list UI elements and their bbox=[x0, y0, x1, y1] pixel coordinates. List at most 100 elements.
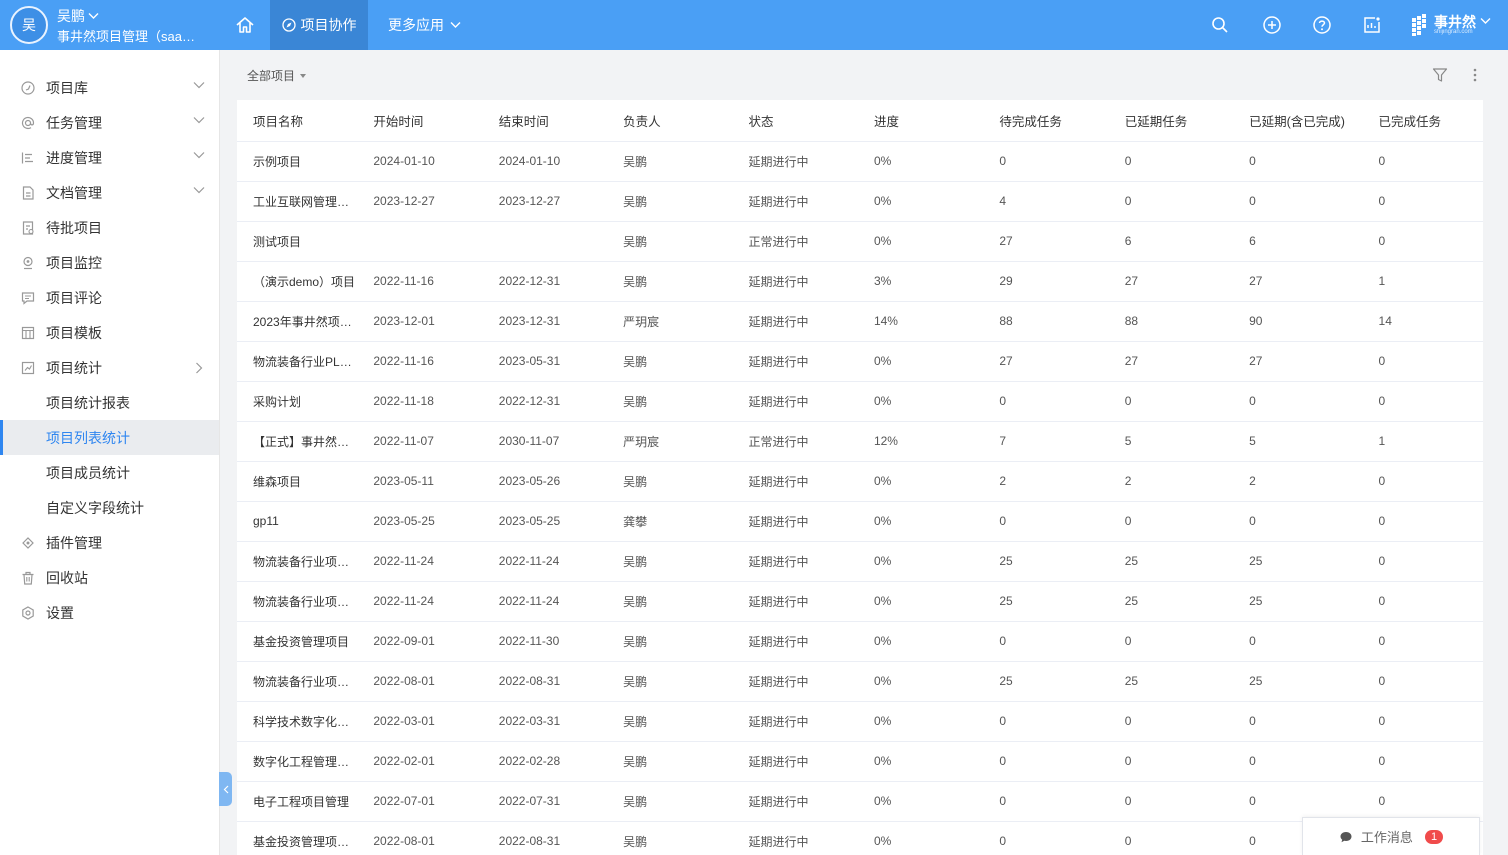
project-name-cell[interactable]: 科学技术数字化项目 bbox=[237, 701, 358, 742]
table-cell: 2022-07-31 bbox=[482, 781, 608, 822]
column-header[interactable]: 项目名称 bbox=[237, 100, 358, 142]
project-name-cell[interactable]: 基金投资管理项目 bbox=[237, 621, 358, 662]
table-cell: 2022-08-01 bbox=[357, 661, 483, 702]
column-header[interactable]: 待完成任务 bbox=[983, 100, 1109, 142]
table-row[interactable]: 电子工程项目管理 2022-07-01 2022-07-31 吴鹏 延期进行中 0% 0 0 0… bbox=[237, 781, 1483, 822]
project-name-cell[interactable]: gp11 bbox=[237, 501, 358, 542]
chevron-down-icon bbox=[193, 152, 205, 159]
sidebar-item-document-management[interactable]: 文档管理 bbox=[0, 175, 219, 210]
report-button[interactable] bbox=[1359, 12, 1385, 38]
table-row[interactable]: 示例项目 2024-01-10 2024-01-10 吴鹏 延期进行中 0% 0 0 0 0 bbox=[237, 141, 1483, 182]
table-row[interactable]: 测试项目 吴鹏 正常进行中 0% 27 6 6 0 bbox=[237, 221, 1483, 262]
table-row[interactable]: gp11 2023-05-25 2023-05-25 龚攀 延期进行中 0% 0 0 0 0 bbox=[237, 501, 1483, 542]
sidebar-item-project-monitoring[interactable]: 项目监控 bbox=[0, 245, 219, 280]
avatar[interactable]: 吴 bbox=[10, 6, 48, 44]
chart-icon bbox=[20, 360, 36, 376]
project-name-cell[interactable]: 物流装备行业项目一 bbox=[237, 541, 358, 582]
add-button[interactable] bbox=[1259, 12, 1285, 38]
sidebar-subitem-member-statistics[interactable]: 项目成员统计 bbox=[0, 455, 219, 490]
sidebar-item-plugin-management[interactable]: 插件管理 bbox=[0, 525, 219, 560]
table-cell: 0 bbox=[983, 381, 1109, 422]
sidebar-item-project-library[interactable]: 项目库 bbox=[0, 70, 219, 105]
search-button[interactable] bbox=[1207, 12, 1233, 38]
work-messages-button[interactable]: 工作消息 1 bbox=[1302, 817, 1480, 855]
chevron-down-icon bbox=[193, 82, 205, 89]
table-row[interactable]: 数字化工程管理项目 2022-02-01 2022-02-28 吴鹏 延期进行中 0% 0 0… bbox=[237, 741, 1483, 782]
filter-button[interactable] bbox=[1430, 65, 1450, 85]
more-apps-menu[interactable]: 更多应用 bbox=[378, 0, 471, 50]
home-button[interactable] bbox=[220, 0, 270, 50]
table-cell: 25 bbox=[1108, 581, 1234, 622]
sidebar-collapse-handle[interactable] bbox=[219, 772, 232, 806]
table-row[interactable]: 物流装备行业项目三 2022-08-01 2022-08-31 吴鹏 延期进行中 0% 25… bbox=[237, 661, 1483, 702]
project-name-cell[interactable]: 工业互联网管理平台 bbox=[237, 181, 358, 222]
table-cell: 吴鹏 bbox=[607, 141, 733, 182]
sidebar-item-label: 项目评论 bbox=[46, 289, 102, 306]
gantt-icon bbox=[20, 150, 36, 166]
sidebar-item-project-comments[interactable]: 项目评论 bbox=[0, 280, 219, 315]
column-header[interactable]: 已延期(含已完成) bbox=[1233, 100, 1363, 142]
project-name-cell[interactable]: 数字化工程管理项目 bbox=[237, 741, 358, 782]
table-row[interactable]: 物流装备行业项目二 2022-11-24 2022-11-24 吴鹏 延期进行中 0% 25… bbox=[237, 581, 1483, 622]
table-cell: 延期进行中 bbox=[732, 661, 858, 702]
table-row[interactable]: 物流装备行业PLM项目2022-11-162023-05-31吴鹏延期进行中0%… bbox=[237, 341, 1483, 382]
column-header[interactable]: 负责人 bbox=[607, 100, 733, 142]
column-header[interactable]: 结束时间 bbox=[482, 100, 608, 142]
sidebar-item-project-templates[interactable]: 项目模板 bbox=[0, 315, 219, 350]
table-cell: 2 bbox=[983, 461, 1109, 502]
project-name-cell[interactable]: 示例项目 bbox=[237, 141, 358, 182]
sidebar-subitem-project-list-statistics[interactable]: 项目列表统计 bbox=[0, 420, 219, 455]
sidebar-item-progress-management[interactable]: 进度管理 bbox=[0, 140, 219, 175]
sidebar-item-recycle-bin[interactable]: 回收站 bbox=[0, 560, 219, 595]
sidebar-item-task-management[interactable]: 任务管理 bbox=[0, 105, 219, 140]
column-header[interactable]: 已完成任务 bbox=[1362, 100, 1483, 142]
sidebar-subitem-statistics-report[interactable]: 项目统计报表 bbox=[0, 385, 219, 420]
column-header[interactable]: 状态 bbox=[732, 100, 858, 142]
project-name-cell[interactable]: 物流装备行业PLM项目 bbox=[237, 341, 358, 382]
table-cell: 2023-05-25 bbox=[482, 501, 608, 542]
table-row[interactable]: 2023年事井然项目计划2023-12-012023-12-31严玥宸延期进行中… bbox=[237, 301, 1483, 342]
project-name-cell[interactable]: 物流装备行业项目三 bbox=[237, 661, 358, 702]
table-cell: 27 bbox=[1233, 261, 1363, 302]
help-button[interactable] bbox=[1309, 12, 1335, 38]
project-name-cell[interactable]: 【正式】事井然项目 bbox=[237, 421, 358, 462]
table-cell: 延期进行中 bbox=[732, 341, 858, 382]
user-switcher[interactable]: 吴 吴鹏 事井然项目管理（saas版） bbox=[0, 0, 220, 50]
column-header[interactable]: 开始时间 bbox=[357, 100, 483, 142]
sidebar-item-project-statistics[interactable]: 项目统计 bbox=[0, 350, 219, 385]
project-name-cell[interactable]: 测试项目 bbox=[237, 221, 358, 262]
user-name[interactable]: 吴鹏 bbox=[57, 6, 99, 26]
project-name-cell[interactable]: 电子工程项目管理 bbox=[237, 781, 358, 822]
more-options-button[interactable] bbox=[1465, 65, 1485, 85]
table-row[interactable]: （演示demo）项目 2022-11-16 2022-12-31 吴鹏 延期进行中 3% 2… bbox=[237, 261, 1483, 302]
table-row[interactable]: 采购计划 2022-11-18 2022-12-31 吴鹏 延期进行中 0% 0 0 0 0 bbox=[237, 381, 1483, 422]
tab-project-collaboration[interactable]: 项目协作 bbox=[270, 0, 368, 50]
column-header[interactable]: 已延期任务 bbox=[1108, 100, 1234, 142]
table-row[interactable]: 基金投资管理项目 2022-09-01 2022-11-30 吴鹏 延期进行中 0% 0 0 0… bbox=[237, 621, 1483, 662]
table-row[interactable]: 物流装备行业项目一 2022-11-24 2022-11-24 吴鹏 延期进行中 0% 25… bbox=[237, 541, 1483, 582]
table-row[interactable]: 科学技术数字化项目 2022-03-01 2022-03-31 吴鹏 延期进行中 0% 0 0… bbox=[237, 701, 1483, 742]
table-cell: 25 bbox=[1108, 541, 1234, 582]
table-cell: 2022-12-31 bbox=[482, 261, 608, 302]
plugin-icon bbox=[20, 535, 36, 551]
table-row[interactable]: 工业互联网管理平台 2023-12-27 2023-12-27 吴鹏 延期进行中 0% 4 0… bbox=[237, 181, 1483, 222]
project-name-cell[interactable]: （演示demo）项目 bbox=[237, 261, 358, 302]
project-name-cell[interactable]: 采购计划 bbox=[237, 381, 358, 422]
project-name-cell[interactable]: 物流装备行业项目二 bbox=[237, 581, 358, 622]
table-cell: 0 bbox=[1108, 821, 1234, 855]
sidebar-item-settings[interactable]: 设置 bbox=[0, 595, 219, 630]
project-name-cell[interactable]: 2023年事井然项目计划 bbox=[237, 301, 358, 342]
sidebar-subitem-custom-field-statistics[interactable]: 自定义字段统计 bbox=[0, 490, 219, 525]
table-row[interactable]: 【正式】事井然项目 2022-11-07 2030-11-07 严玥宸 正常进行中 12%… bbox=[237, 421, 1483, 462]
project-filter-dropdown[interactable]: 全部项目 bbox=[247, 67, 307, 84]
chevron-down-icon[interactable] bbox=[1480, 17, 1491, 25]
table-row[interactable]: 基金投资管理项目二 2022-08-01 2022-08-31 吴鹏 延期进行中 0% 0 0… bbox=[237, 821, 1483, 855]
table-cell: 0 bbox=[1362, 461, 1483, 502]
column-header[interactable]: 进度 bbox=[857, 100, 984, 142]
table-cell: 延期进行中 bbox=[732, 821, 858, 855]
table-cell: 2023-05-25 bbox=[357, 501, 483, 542]
project-name-cell[interactable]: 维森项目 bbox=[237, 461, 358, 502]
sidebar-item-pending-approval[interactable]: 待批项目 bbox=[0, 210, 219, 245]
project-name-cell[interactable]: 基金投资管理项目二 bbox=[237, 821, 358, 855]
table-row[interactable]: 维森项目 2023-05-11 2023-05-26 吴鹏 延期进行中 0% 2 2 2 0 bbox=[237, 461, 1483, 502]
